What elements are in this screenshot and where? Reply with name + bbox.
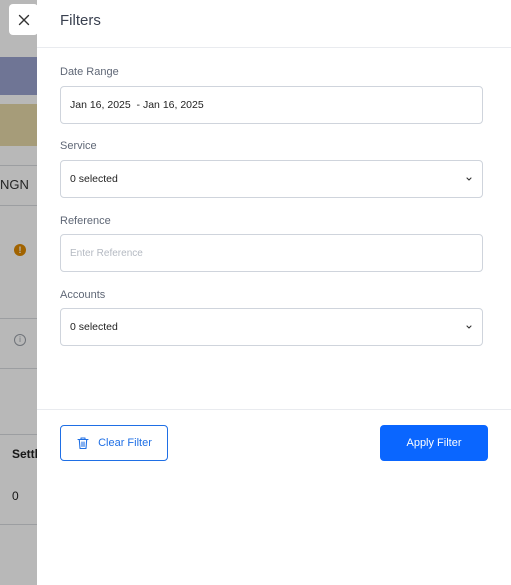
close-icon <box>18 14 29 25</box>
clear-filter-label: Clear Filter <box>98 437 152 449</box>
apply-filter-button[interactable]: Apply Filter <box>380 425 488 461</box>
clear-filter-button[interactable]: Clear Filter <box>60 425 168 461</box>
accounts-value: 0 selected <box>70 321 118 333</box>
filters-drawer: Filters Date Range Jan 16, 2025 - Jan 16… <box>37 0 511 585</box>
footer-divider <box>37 409 511 410</box>
date-range-field[interactable]: Jan 16, 2025 - Jan 16, 2025 <box>60 86 483 124</box>
reference-label: Reference <box>60 215 111 227</box>
service-select[interactable]: 0 selected <box>60 160 483 198</box>
accounts-label: Accounts <box>60 289 106 301</box>
date-range-value: Jan 16, 2025 - Jan 16, 2025 <box>70 99 204 111</box>
apply-filter-label: Apply Filter <box>406 437 462 449</box>
accounts-select[interactable]: 0 selected <box>60 308 483 346</box>
service-label: Service <box>60 140 97 152</box>
drawer-header: Filters <box>37 0 511 48</box>
trash-icon <box>77 437 89 450</box>
service-value: 0 selected <box>70 173 118 185</box>
reference-placeholder: Enter Reference <box>70 247 143 259</box>
reference-input[interactable]: Enter Reference <box>60 234 483 272</box>
chevron-down-icon <box>466 177 472 181</box>
date-range-label: Date Range <box>60 66 119 78</box>
chevron-down-icon <box>466 325 472 329</box>
close-button[interactable] <box>9 4 38 35</box>
drawer-title: Filters <box>60 12 101 29</box>
